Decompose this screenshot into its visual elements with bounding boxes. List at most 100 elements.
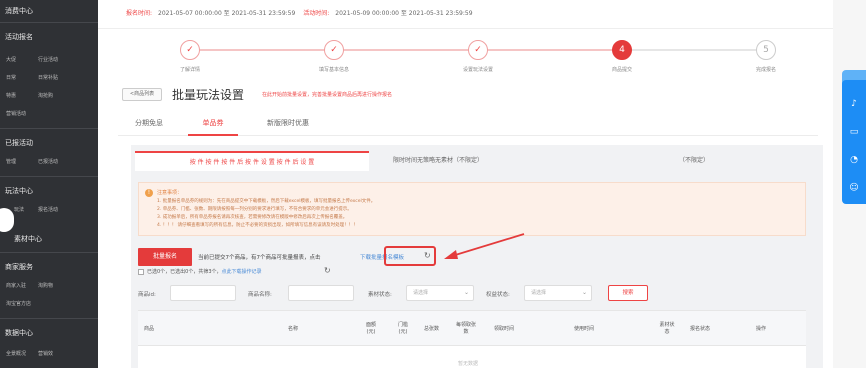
refresh-icon[interactable]: ↻ (324, 266, 331, 275)
sidebar-divider (0, 318, 98, 319)
subtab-third[interactable]: （不限定） (679, 151, 799, 171)
sidebar-item-special[interactable]: 特惠 (6, 92, 16, 99)
sidebar-section-merchant[interactable]: 商家服务 (5, 262, 33, 272)
table-body: 暂无数据 (138, 346, 806, 368)
sidebar-section-material[interactable]: 素材中心 (14, 234, 42, 244)
sidebar-divider (0, 128, 98, 129)
bell-icon[interactable]: ♪ (848, 98, 860, 110)
tab-single-coupon[interactable]: 单品券 (188, 110, 238, 136)
rights-status-select[interactable]: 请选择 ⌄ (524, 285, 592, 301)
selection-text: 已选0个，已选出0个，共筛3个， (147, 269, 222, 275)
sidebar-item-overview[interactable]: 全景概况 (6, 350, 26, 357)
chevron-down-icon: ⌄ (581, 289, 587, 296)
clock-icon[interactable]: ◔ (848, 154, 860, 166)
column-header: 素材状态 (659, 322, 675, 335)
activity-time-value: 2021-05-09 00:00:00 至 2021-05-31 23:59:5… (335, 10, 473, 17)
step-3: ✓ 设置玩法设置 (448, 40, 508, 73)
search-button[interactable]: 搜索 (608, 285, 648, 301)
column-header: 操作 (756, 325, 767, 332)
column-header: 使用时间 (574, 325, 595, 332)
signup-time-value: 2021-05-07 00:00:00 至 2021-05-31 23:59:5… (158, 10, 296, 17)
tab-limited-discount[interactable]: 新版限时优惠 (248, 110, 328, 136)
activity-time-label: 活动时间: (303, 10, 330, 17)
sidebar-item-play[interactable]: 玩法 (14, 206, 24, 213)
sidebar-item-official-store[interactable]: 淘宝官方店 (6, 300, 31, 307)
select-placeholder: 请选择 (413, 290, 429, 296)
sidebar-section-data[interactable]: 数据中心 (5, 328, 33, 338)
user-icon[interactable]: ☺ (848, 182, 860, 194)
sidebar-item-daily-subsidy[interactable]: 日常补贴 (38, 74, 58, 81)
sidebar-item-signup-activity[interactable]: 报名活动 (38, 206, 58, 213)
sidebar-divider (0, 22, 98, 23)
sidebar-item-taoqianggou[interactable]: 淘抢购 (38, 92, 53, 99)
filter-label-material-status: 素材状态: (368, 292, 392, 298)
item-name-input[interactable] (288, 285, 354, 301)
main-content: 报名时间: 2021-05-07 00:00:00 至 2021-05-31 23… (98, 0, 833, 368)
warning-icon: ! (145, 189, 153, 197)
divider (98, 28, 833, 29)
filter-label-item-id: 商品id: (138, 292, 156, 298)
column-header: 门槛(元) (397, 322, 408, 335)
page-hint: 在此开始前批量设置，完善批量设置商品后再进行操作报名 (262, 92, 393, 98)
step-label: 设置玩法设置 (462, 67, 493, 73)
notice-line: 1. 批量报名单品券的规则为：先在商品提交中下载模板，然后下载excel模板，填… (157, 199, 376, 204)
sidebar-item-daily[interactable]: 日常 (6, 74, 16, 81)
tab-bar: 分期免息 单品券 新版限时优惠 (118, 110, 818, 136)
sidebar-divider (0, 252, 98, 253)
sidebar-section-reported[interactable]: 已报活动 (5, 138, 33, 148)
progress-steps: ✓ 了解详情 ✓ 填写基本信息 ✓ 设置玩法设置 4 商品提交 5 完成报名 (178, 40, 778, 80)
back-button[interactable]: <商品列表 (122, 88, 162, 101)
batch-signup-button[interactable]: 批量报名 (138, 248, 192, 266)
sidebar-item-industry[interactable]: 行业活动 (38, 56, 58, 63)
column-header: 每领取张数 (456, 322, 477, 335)
check-icon: ✓ (468, 40, 488, 60)
item-id-input[interactable] (170, 285, 236, 301)
sidebar-section-signup[interactable]: 活动报名 (5, 32, 33, 42)
step-4: 4 商品提交 (592, 40, 652, 73)
step-1: ✓ 了解详情 (160, 40, 220, 73)
sidebar-item-dacu[interactable]: 大促 (6, 56, 16, 63)
notice-box: ! 注意事项： 1. 批量报名单品券的规则为：先在商品提交中下载模板，然后下载e… (138, 182, 806, 236)
step-number-icon: 5 (756, 40, 776, 60)
float-tool-panel: ♪ ▭ ◔ ☺ (842, 80, 866, 204)
notice-line: 2. 单品券、门槛、张数、期限请按照每一列分别的要求进行填写，不符合要求的单元会… (157, 207, 352, 212)
step-2: ✓ 填写基本信息 (304, 40, 364, 73)
select-all-checkbox[interactable] (138, 268, 144, 275)
step-number-icon: 4 (612, 40, 632, 60)
sidebar-item-taogouwu[interactable]: 淘购物 (38, 282, 53, 289)
material-status-select[interactable]: 请选择 ⌄ (406, 285, 474, 301)
sidebar-item-marketing[interactable]: 营销活动 (6, 110, 26, 117)
sidebar-section-consumer[interactable]: 消费中心 (5, 6, 33, 16)
check-icon: ✓ (180, 40, 200, 60)
subtab-second[interactable]: 限时时间无策略无素材（不限定） (393, 151, 593, 171)
select-placeholder: 请选择 (531, 290, 547, 296)
step-label: 填写基本信息 (318, 67, 349, 73)
empty-text: 暂无数据 (458, 361, 479, 367)
sidebar: 消费中心 活动报名 大促 行业活动 日常 日常补贴 特惠 淘抢购 营销活动 已报… (0, 0, 98, 368)
screen: 消费中心 活动报名 大促 行业活动 日常 日常补贴 特惠 淘抢购 营销活动 已报… (0, 0, 866, 368)
sidebar-collapse-handle[interactable] (0, 208, 14, 232)
chat-icon[interactable]: ▭ (848, 126, 860, 138)
column-header: 领取时间 (494, 325, 515, 332)
submit-status-text: 当前已提交7个商品，有7个商品可批量报表，点击 (198, 255, 321, 261)
sidebar-item-manage[interactable]: 管理 (6, 158, 16, 165)
column-header: 总张数 (424, 325, 440, 332)
signup-time-label: 报名时间: (126, 10, 153, 17)
step-label: 了解详情 (179, 67, 200, 73)
column-header: 名称 (288, 325, 299, 332)
sidebar-item-merchant-join[interactable]: 商家入驻 (6, 282, 26, 289)
tab-installment[interactable]: 分期免息 (118, 110, 180, 136)
sidebar-item-reported[interactable]: 已报活动 (38, 158, 58, 165)
notice-line: 4. ！！！ 请仔细查看填写的所有信息，防止不必要的资损出现，如所填写信息有误请… (157, 223, 358, 228)
step-label: 完成报名 (755, 67, 776, 73)
refresh-icon[interactable]: ↻ (424, 251, 431, 260)
sidebar-item-marketing-effect[interactable]: 营销效 (38, 350, 53, 357)
column-header: 面额(元) (365, 322, 376, 335)
subtab-first[interactable]: 按 件 按 件 按 件 后 按 件 设 置 按 件 后 设 置 (135, 151, 369, 171)
column-header: 报名状态 (690, 325, 711, 332)
sidebar-section-play[interactable]: 玩法中心 (5, 186, 33, 196)
download-record-link[interactable]: 点此下载操作记录 (222, 269, 262, 275)
notice-line: 3. 成功报单后，所有单品券报名请再次核查，若需要修改请在模版中修改后再次上传报… (157, 215, 348, 220)
sidebar-divider (0, 176, 98, 177)
step-label: 商品提交 (611, 67, 632, 73)
